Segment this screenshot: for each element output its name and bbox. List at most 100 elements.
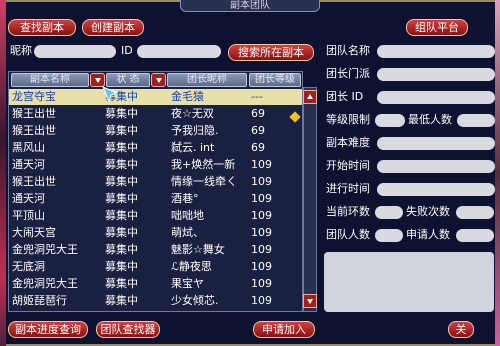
leader-name-cell: 夜☆无双 xyxy=(171,107,214,120)
table-row[interactable]: 通天河 募集中 酒巷° 109 xyxy=(9,191,302,207)
leader-name-cell: 金毛猿 xyxy=(171,90,204,103)
table-row[interactable]: 龙宫夺宝 募集中 金毛猿 --- xyxy=(9,89,302,105)
leader-level-cell: 109 xyxy=(251,192,272,205)
instance-name-cell: 通天河 xyxy=(12,158,45,171)
status-cell: 募集中 xyxy=(105,175,138,188)
table-row[interactable]: 金兜洞兕大王 募集中 果宝ヤ 109 xyxy=(9,276,302,292)
status-cell: 募集中 xyxy=(105,277,138,290)
failures-value xyxy=(456,206,494,219)
instance-name-cell: 猴王出世 xyxy=(12,175,56,188)
instance-name-cell: 胡姬琵琶行 xyxy=(12,294,67,307)
team-name-value xyxy=(377,45,495,58)
progress-query-button[interactable]: 副本进度查询 xyxy=(8,321,88,338)
leader-name-cell: ℒ静夜思 xyxy=(171,260,212,273)
current-round-label: 当前环数 xyxy=(326,205,370,218)
leader-level-cell: 109 xyxy=(251,260,272,273)
leader-id-value xyxy=(377,91,495,104)
difficulty-label: 副本难度 xyxy=(326,136,370,149)
status-cell: 募集中 xyxy=(105,243,138,256)
pointer-cursor-icon xyxy=(102,86,119,103)
team-name-label: 团队名称 xyxy=(326,44,370,57)
table-row[interactable]: 猴王出世 募集中 夜☆无双 69 xyxy=(9,106,302,122)
search-location-button[interactable]: 搜索所在副本 xyxy=(228,44,314,61)
scroll-up-button[interactable] xyxy=(303,90,317,104)
table-row[interactable]: 金兜洞兕大王 募集中 魅影☆舞女 109 xyxy=(9,242,302,258)
id-label: ID xyxy=(121,44,133,57)
leader-level-cell: 109 xyxy=(251,277,272,290)
table-row[interactable]: 胡姬琵琶行 募集中 少女倾芯. 109 xyxy=(9,293,302,309)
min-members-value xyxy=(457,114,495,127)
table-scrollbar[interactable] xyxy=(303,87,317,312)
leader-name-cell: 情缘一线牵ㄑ xyxy=(171,175,237,188)
team-description-box xyxy=(324,252,494,312)
left-decoration xyxy=(0,0,6,346)
team-size-label: 团队人数 xyxy=(326,228,370,241)
instance-name-cell: 金兜洞兕大王 xyxy=(12,277,78,290)
team-finder-button[interactable]: 团队查找器 xyxy=(96,321,160,338)
status-cell: 募集中 xyxy=(105,124,138,137)
scroll-thumb-icon[interactable] xyxy=(289,112,301,124)
status-cell: 募集中 xyxy=(105,141,138,154)
failures-label: 失败次数 xyxy=(406,205,450,218)
team-size-value xyxy=(375,229,403,242)
current-round-value xyxy=(375,206,403,219)
id-input[interactable] xyxy=(137,45,221,58)
scroll-down-button[interactable] xyxy=(303,294,317,308)
col-header-leader: 团长昵称 xyxy=(167,73,247,87)
leader-name-cell: 魅影☆舞女 xyxy=(171,243,225,256)
leader-level-cell: 109 xyxy=(251,226,272,239)
col-header-name: 副本名称 xyxy=(11,73,89,87)
instance-name-cell: 黑风山 xyxy=(12,141,45,154)
leader-name-cell: 予我归隐. xyxy=(171,124,219,137)
window-title: 副本团队 xyxy=(180,0,320,12)
leader-sect-label: 团长门派 xyxy=(326,67,370,80)
instance-name-cell: 大闹天宫 xyxy=(12,226,56,239)
leader-level-cell: 109 xyxy=(251,243,272,256)
elapsed-time-value xyxy=(377,183,495,196)
leader-name-cell: 酒巷° xyxy=(171,192,199,205)
status-cell: 募集中 xyxy=(105,158,138,171)
table-row[interactable]: 大闹天宫 募集中 萌烒、 109 xyxy=(9,225,302,241)
leader-level-cell: 109 xyxy=(251,158,272,171)
create-instance-button[interactable]: 创建副本 xyxy=(82,19,144,36)
level-limit-label: 等级限制 xyxy=(326,113,370,126)
close-button[interactable]: 关 xyxy=(448,321,474,338)
table-row[interactable]: 猴王出世 募集中 情缘一线牵ㄑ 109 xyxy=(9,174,302,190)
leader-level-cell: --- xyxy=(251,90,263,103)
team-platform-button[interactable]: 组队平台 xyxy=(406,19,468,36)
leader-name-cell: 果宝ヤ xyxy=(171,277,204,290)
table-row[interactable]: 猴王出世 募集中 予我归隐. 69 xyxy=(9,123,302,139)
start-time-value xyxy=(377,160,495,173)
applicants-label: 申请人数 xyxy=(406,228,450,241)
instance-name-cell: 无底洞 xyxy=(12,260,45,273)
instance-name-cell: 金兜洞兕大王 xyxy=(12,243,78,256)
nickname-label: 昵称 xyxy=(10,44,32,57)
leader-level-cell: 109 xyxy=(251,294,272,307)
sort-status-button[interactable] xyxy=(151,73,166,87)
table-row[interactable]: 无底洞 募集中 ℒ静夜思 109 xyxy=(9,259,302,275)
leader-level-cell: 109 xyxy=(251,209,272,222)
status-cell: 募集中 xyxy=(105,294,138,307)
table-row[interactable]: 黑风山 募集中 弑云. int 69 xyxy=(9,140,302,156)
instance-name-cell: 龙宫夺宝 xyxy=(12,90,56,103)
leader-level-cell: 69 xyxy=(251,141,265,154)
apply-join-button[interactable]: 申请加入 xyxy=(253,321,315,338)
status-cell: 募集中 xyxy=(105,260,138,273)
leader-name-cell: 弑云. int xyxy=(171,141,215,154)
table-row[interactable]: 平顶山 募集中 咄咄地 109 xyxy=(9,208,302,224)
table-row[interactable]: 通天河 募集中 我+焕然一新 109 xyxy=(9,157,302,173)
leader-id-label: 团长 ID xyxy=(326,90,364,103)
status-cell: 募集中 xyxy=(105,192,138,205)
instance-table: 副本名称 状 态 团长昵称 团长等级 龙宫夺宝 募集中 金毛猿 --- 猴王出世 募集中夜… xyxy=(8,71,303,312)
instance-name-cell: 猴王出世 xyxy=(12,107,56,120)
instance-name-cell: 平顶山 xyxy=(12,209,45,222)
col-header-level: 团长等级 xyxy=(249,73,301,87)
applicants-value xyxy=(456,229,494,242)
instance-name-cell: 通天河 xyxy=(12,192,45,205)
nickname-input[interactable] xyxy=(34,45,116,58)
leader-level-cell: 109 xyxy=(251,175,272,188)
leader-name-cell: 我+焕然一新 xyxy=(171,158,236,171)
level-limit-value xyxy=(375,114,405,127)
search-instance-button[interactable]: 查找副本 xyxy=(8,19,76,36)
elapsed-time-label: 进行时间 xyxy=(326,182,370,195)
